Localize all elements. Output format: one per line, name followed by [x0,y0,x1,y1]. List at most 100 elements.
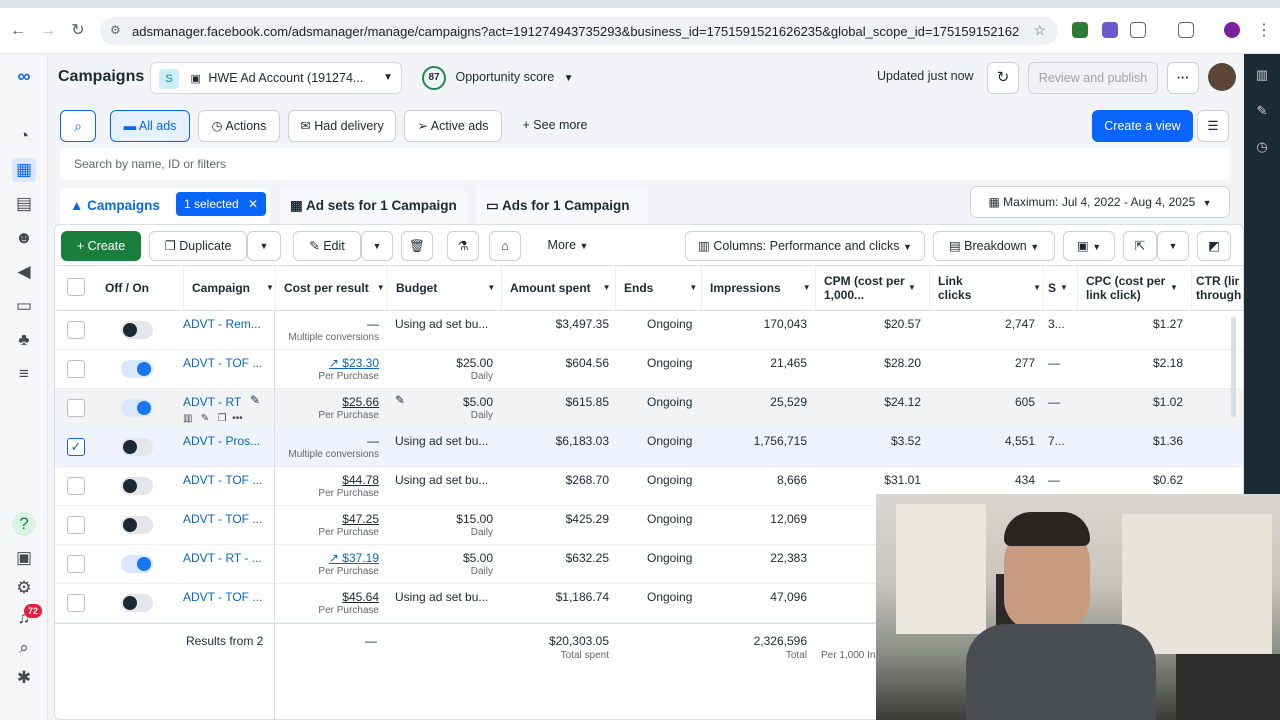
campaigns-table-icon[interactable]: ▦ [12,158,36,182]
reload-icon[interactable]: ↻ [68,21,88,41]
campaign-name-link[interactable]: ADVT - TOF ... [183,590,262,604]
budget-value[interactable]: $15.00 [456,512,493,526]
forward-icon[interactable]: → [38,21,58,41]
all-ads-button[interactable]: ▬ All ads [110,110,190,142]
rename-pencil-icon[interactable]: ✎ [250,393,260,407]
row-checkbox[interactable] [67,360,85,378]
actions-filter[interactable]: ◷ Actions [198,110,280,142]
table-row[interactable]: ADVT - Rem... — Multiple conversions Using … [55,311,1243,350]
tab-campaigns[interactable]: ▲ Campaigns [70,188,160,224]
col-ctr[interactable]: CTR (lir through [1191,266,1243,310]
browser-menu-icon[interactable]: ⋮ [1254,21,1274,41]
delivery-toggle[interactable] [121,399,153,417]
col-cost-per-result[interactable]: Cost per result ▼ [275,266,385,310]
export-icon[interactable]: ⇱ [1123,231,1157,261]
tag-icon[interactable]: ⌂ [489,231,521,261]
duplicate-dropdown[interactable]: ▼ [247,231,281,261]
bookmark-star-icon[interactable]: ☆ [1033,22,1046,39]
ab-test-flask-icon[interactable]: ⚗ [447,231,479,261]
edit-dropdown[interactable]: ▼ [361,231,393,261]
profile-avatar[interactable] [1224,22,1240,38]
campaign-name-link[interactable]: ADVT - Pros... [183,434,260,448]
opportunity-score[interactable]: 87 Opportunity score ▼ [412,62,584,94]
user-avatar[interactable] [1208,63,1236,91]
budget-edit-pencil-icon[interactable]: ✎ [395,393,405,407]
charts-icon[interactable]: ◩ [1197,231,1231,261]
side-panel-icon[interactable] [1178,22,1194,38]
budget-value[interactable]: $25.00 [456,356,493,370]
col-link-clicks[interactable]: Link clicks ▼ [929,266,1041,310]
campaign-name-link[interactable]: ADVT - TOF ... [183,473,262,487]
campaign-name-link[interactable]: ADVT - Rem... [183,317,261,331]
extension-icon[interactable] [1102,22,1118,38]
pencil-icon[interactable]: ✎ [1253,102,1271,120]
row-checkbox[interactable] [67,555,85,573]
row-checkbox[interactable] [67,321,85,339]
campaign-name-link[interactable]: ADVT - RT [183,395,241,409]
row-checkbox[interactable] [67,516,85,534]
create-button[interactable]: + Create [61,231,141,261]
extension-icon[interactable] [1072,22,1088,38]
had-delivery-filter[interactable]: ✉ Had delivery [288,110,396,142]
bug-report-icon[interactable]: ✱ [12,666,36,690]
filter-settings-icon[interactable]: ☰ [1197,110,1229,142]
delivery-toggle[interactable] [121,360,153,378]
extensions-puzzle-icon[interactable] [1130,22,1146,38]
more-menu-button[interactable]: More ▼ [531,231,605,261]
delivery-toggle[interactable] [121,555,153,573]
cost-per-result[interactable]: ↗ $23.30 [329,356,379,370]
site-settings-icon[interactable]: ⚙ [110,23,121,37]
col-budget[interactable]: Budget ▼ [387,266,499,310]
cost-per-result[interactable]: ↗ $37.19 [329,551,379,565]
search-icon[interactable]: ⌕ [12,636,36,660]
row-checkbox[interactable] [67,399,85,417]
see-more-filter[interactable]: + See more [510,110,600,142]
duplicate-button[interactable]: ❐ Duplicate [149,231,247,261]
vertical-scrollbar[interactable] [1231,317,1236,417]
refresh-button[interactable]: ↻ [987,62,1019,94]
reports-button[interactable]: ▣ ▼ [1063,231,1115,261]
table-row[interactable]: ADVT - TOF ... ↗ $23.30 Per Purchase $25.00… [55,350,1243,389]
budget-value[interactable]: $5.00 [463,395,493,409]
account-selector[interactable]: S ▣ HWE Ad Account (191274... ▼ [150,62,402,94]
back-icon[interactable]: ← [8,21,28,41]
duplicate-icon[interactable]: ❐ [218,413,227,424]
col-cpc[interactable]: CPC (cost per link click) ▼ [1077,266,1189,310]
table-row[interactable]: ADVT - RT $25.66 Per Purchase $5.00 Daily $61… [55,389,1243,428]
view-charts-icon[interactable]: ▥ [183,413,192,424]
notes-icon[interactable]: ▣ [12,546,36,570]
meta-logo-icon[interactable]: ∞ [12,64,36,88]
columns-selector[interactable]: ▥ Columns: Performance and clicks ▼ [685,231,925,261]
col-amount-spent[interactable]: Amount spent ▼ [501,266,613,310]
col-impressions[interactable]: Impressions ▼ [701,266,813,310]
review-publish-button[interactable]: Review and publish [1028,62,1158,94]
audiences-icon[interactable]: ☻ [12,226,36,250]
create-view-button[interactable]: Create a view [1092,110,1193,142]
edit-pencil-icon[interactable]: ✎ [201,413,209,424]
pages-icon[interactable]: ▤ [12,192,36,216]
col-s[interactable]: S ▼ [1043,266,1075,310]
campaign-name-link[interactable]: ADVT - TOF ... [183,512,262,526]
cost-per-result[interactable]: $44.78 [342,473,379,487]
campaign-name-link[interactable]: ADVT - RT - ... [183,551,262,565]
edit-button[interactable]: ✎ Edit [293,231,361,261]
selected-chip[interactable]: 1 selected ✕ [176,192,267,216]
bar-chart-icon[interactable]: ▥ [1253,66,1271,84]
delivery-toggle[interactable] [121,594,153,612]
address-bar[interactable]: ⚙ adsmanager.facebook.com/adsmanager/man… [100,17,1058,45]
row-checkbox[interactable] [67,477,85,495]
help-icon[interactable]: ? [12,512,36,536]
export-dropdown[interactable]: ▼ [1157,231,1189,261]
cost-per-result[interactable]: $47.25 [342,512,379,526]
cost-per-result[interactable]: $45.64 [342,590,379,604]
cost-per-result[interactable]: $25.66 [342,395,379,409]
row-checkbox[interactable]: ✓ [67,438,85,456]
row-checkbox[interactable] [67,594,85,612]
settings-gear-icon[interactable]: ⚙ [12,576,36,600]
search-toggle-button[interactable]: ⌕ [60,110,96,142]
col-ends[interactable]: Ends ▼ [615,266,699,310]
delivery-toggle[interactable] [121,321,153,339]
col-campaign[interactable]: Campaign ▼ [183,266,274,310]
delete-trash-icon[interactable]: 🗑 [401,231,433,261]
all-tools-icon[interactable]: ≡ [12,362,36,386]
